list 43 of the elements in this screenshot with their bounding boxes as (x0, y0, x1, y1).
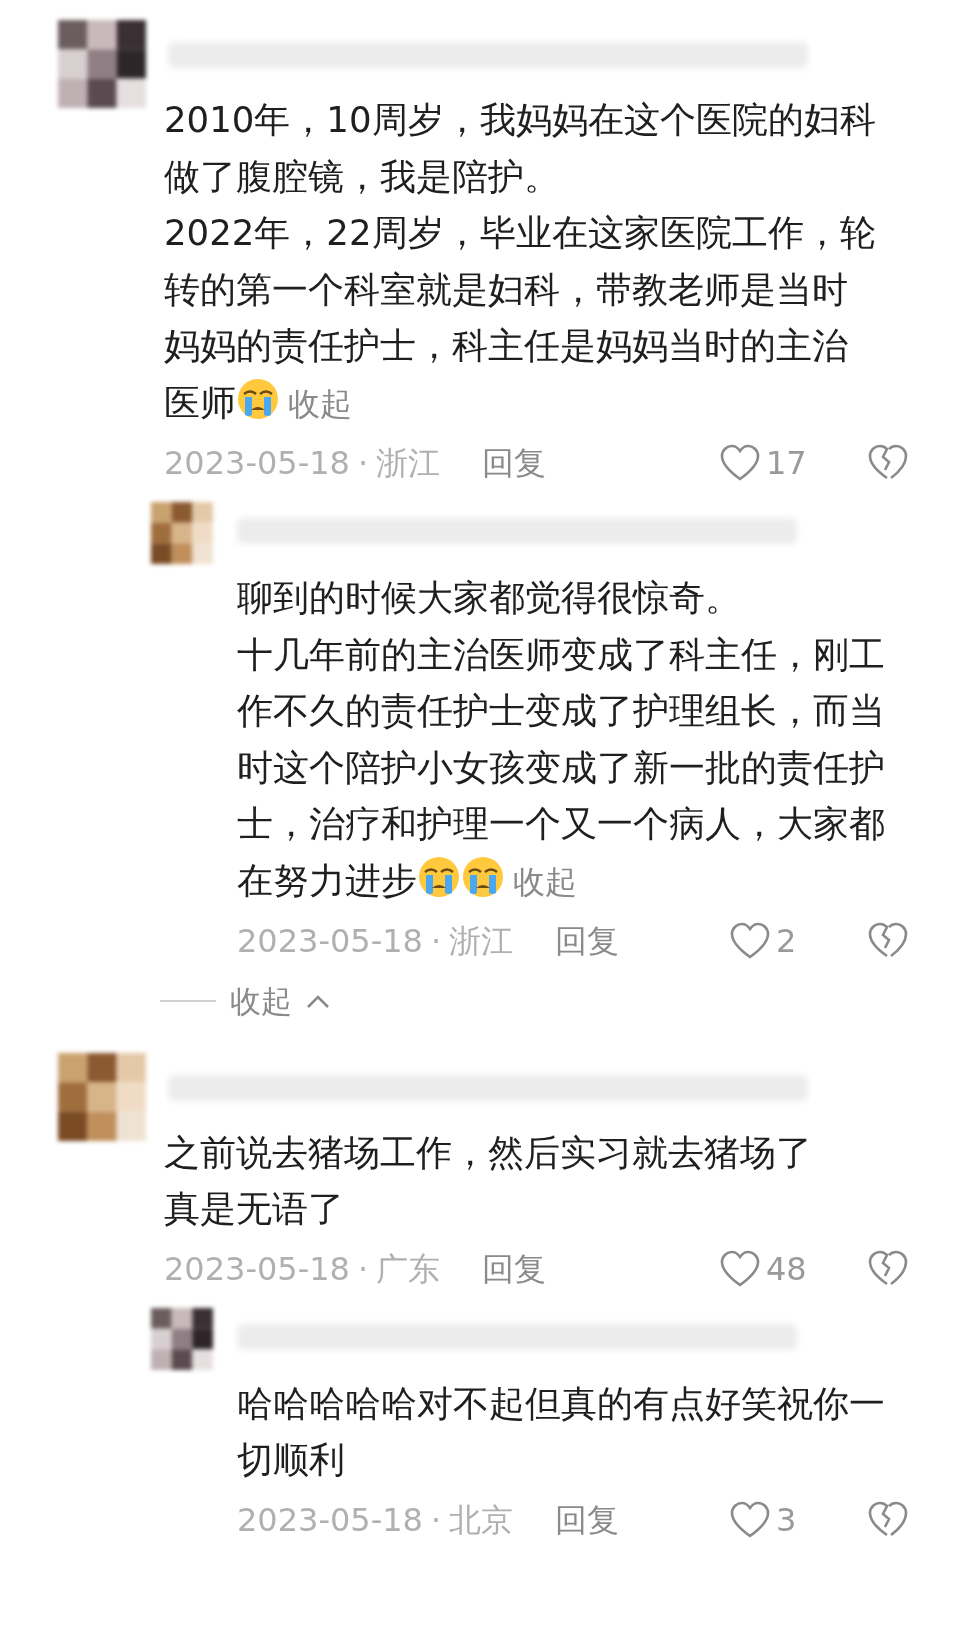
reply-link[interactable]: 回复 (555, 917, 620, 965)
blurred-avatar (151, 1307, 213, 1370)
blurred-avatar (151, 502, 213, 564)
heart-icon (720, 1249, 760, 1288)
dislike-icon[interactable] (868, 1500, 908, 1539)
dislike-icon[interactable] (868, 922, 908, 960)
crying-emoji-icon (417, 854, 461, 899)
like-button[interactable]: 3 (730, 1495, 820, 1544)
comment-region: 浙江 (449, 921, 514, 962)
like-button[interactable]: 48 (720, 1244, 810, 1293)
separator-dot: · (430, 921, 442, 962)
comment-date: 2023-05-18 (237, 921, 423, 962)
heart-icon (730, 1500, 770, 1539)
comment-text: 真是无语了 (164, 1187, 345, 1231)
comment-region: 浙江 (376, 443, 441, 484)
comment-date: 2023-05-18 (237, 1499, 423, 1541)
heart-icon (720, 444, 760, 482)
comment-region: 北京 (449, 1499, 514, 1541)
comment-region: 广东 (376, 1248, 441, 1290)
collapse-link[interactable]: 收起 (288, 384, 352, 423)
dislike-icon[interactable] (868, 1249, 908, 1288)
crying-emoji-icon (461, 854, 505, 899)
comment-text: 聊到的时候大家都觉得很惊奇。 (237, 576, 742, 620)
dislike-icon[interactable] (868, 444, 908, 482)
heart-icon (730, 922, 770, 960)
collapse-replies-button[interactable]: 收起 (160, 978, 330, 1025)
comment-text: 2022年，22周岁，毕业在这家医院工作，轮转的第一个科室就是妇科，带教老师是当时妈妈的责任护士，科主任是妈妈当时的主治医师 收起 (164, 211, 877, 425)
reply-link[interactable]: 回复 (482, 439, 547, 487)
comment-text: 2010年，10周岁，我妈妈在这个医院的妇科做了腹腔镜，我是陪护。 (164, 98, 877, 199)
comment-date: 2023-05-18 (164, 1248, 350, 1290)
collapse-link[interactable]: 收起 (513, 862, 577, 901)
comment-text: 十几年前的主治医师变成了科主任，刚工作不久的责任护士变成了护理组长，而当时这个陪护小女孩变成了新一批的责任护士，治疗和护理一个又一个病人，大家都在努力进步 收起 (237, 632, 886, 903)
comment-text: 之前说去猪场工作，然后实习就去猪场了 (164, 1130, 813, 1175)
like-button[interactable]: 17 (720, 439, 810, 487)
like-button[interactable]: 2 (730, 917, 820, 965)
separator-dot: · (357, 443, 369, 484)
separator-dot: · (357, 1248, 369, 1290)
separator-dot: · (430, 1499, 442, 1541)
reply-link[interactable]: 回复 (555, 1495, 620, 1544)
comment-text: 哈哈哈哈哈对不起但真的有点好笑祝你一切顺利 (237, 1381, 886, 1482)
comment-date: 2023-05-18 (164, 443, 350, 484)
reply-link[interactable]: 回复 (482, 1244, 547, 1293)
crying-emoji-icon (236, 376, 280, 421)
